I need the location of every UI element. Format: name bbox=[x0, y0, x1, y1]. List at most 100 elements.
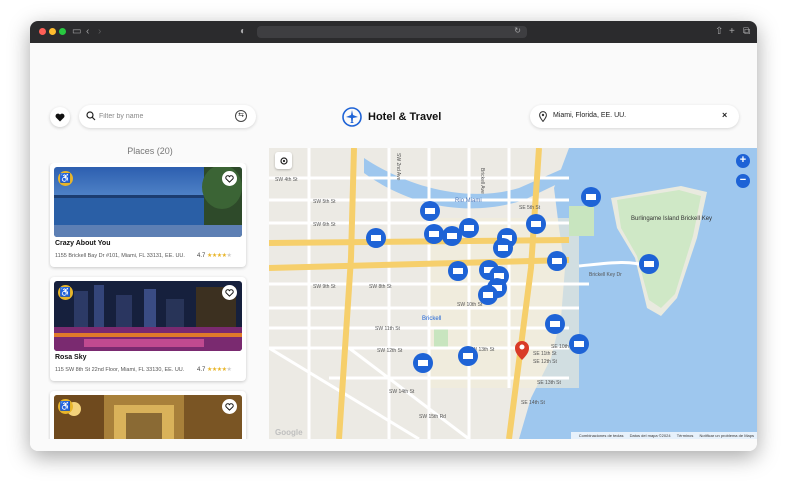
forward-icon[interactable]: › bbox=[98, 25, 101, 39]
star-rating-icon: ★★★★★ bbox=[207, 367, 232, 373]
heart-icon bbox=[55, 113, 65, 121]
river-label: Rio Miami bbox=[455, 198, 482, 204]
place-name: Rosa Sky bbox=[55, 354, 87, 361]
star-rating-icon: ★★★★★ bbox=[207, 253, 232, 259]
island-label: Burlingame Island Brickell Key bbox=[631, 216, 712, 222]
hotel-marker-icon bbox=[545, 314, 565, 334]
my-location-button[interactable] bbox=[275, 152, 292, 169]
browser-titlebar: ▭ ‹ › ◐ ↻ ⇧ + ⧉ bbox=[30, 21, 757, 43]
place-rating: 4.7 ★★★★★ bbox=[197, 366, 232, 373]
heart-outline-icon bbox=[225, 174, 234, 183]
filter-input[interactable] bbox=[99, 109, 229, 123]
heart-outline-icon bbox=[225, 402, 234, 411]
brand: Hotel & Travel bbox=[342, 107, 441, 127]
brand-title: Hotel & Travel bbox=[368, 111, 442, 123]
zoom-in-button[interactable]: + bbox=[736, 154, 750, 168]
hotel-marker-icon bbox=[458, 346, 478, 366]
street-label: SE 13th St bbox=[537, 380, 562, 386]
address-bar[interactable]: ↻ bbox=[257, 26, 527, 38]
report-problem-link[interactable]: Notificar un problema de Maps bbox=[700, 433, 754, 438]
hotel-marker-icon bbox=[413, 353, 433, 373]
favorites-button[interactable] bbox=[50, 107, 70, 127]
hotel-marker-icon bbox=[442, 226, 462, 246]
street-label: Brickell Key Dr bbox=[589, 272, 622, 278]
accessibility-icon: ♿ bbox=[58, 399, 73, 414]
hotel-marker-icon bbox=[547, 251, 567, 271]
street-label: SE 5th St bbox=[519, 205, 541, 211]
place-name: Crazy About You bbox=[55, 240, 111, 247]
hotel-marker-icon bbox=[581, 187, 601, 207]
browser-window: ▭ ‹ › ◐ ↻ ⇧ + ⧉ ⇆ Hotel & Travel bbox=[30, 21, 757, 451]
place-card[interactable]: ♿ Rosa Sky 115 SW 8th St 22nd Floor, Mia… bbox=[50, 277, 246, 381]
brickell-label: Brickell bbox=[422, 316, 441, 322]
accessibility-icon: ♿ bbox=[58, 171, 73, 186]
maximize-window-icon[interactable] bbox=[59, 28, 66, 35]
filter-field[interactable]: ⇆ bbox=[79, 105, 256, 128]
location-pin-icon bbox=[539, 111, 547, 122]
favorite-button[interactable] bbox=[222, 285, 237, 300]
terms-link[interactable]: Términos bbox=[677, 433, 694, 438]
street-label: SW 12th St bbox=[377, 348, 403, 354]
street-label: SW 2nd Ave bbox=[395, 153, 401, 181]
street-label: SW 5th St bbox=[313, 199, 336, 205]
street-label: SE 11th St bbox=[533, 351, 557, 357]
street-label: SW 15th Rd bbox=[419, 414, 446, 420]
sort-toggle-icon[interactable]: ⇆ bbox=[235, 110, 247, 122]
place-card[interactable]: ♿ bbox=[50, 391, 246, 439]
hotel-marker-icon bbox=[493, 238, 513, 258]
favorite-button[interactable] bbox=[222, 399, 237, 414]
place-photo: ♿ bbox=[54, 167, 242, 237]
keyboard-shortcuts-link[interactable]: Combinaciones de teclas bbox=[579, 433, 624, 438]
hotel-marker-icon bbox=[526, 214, 546, 234]
share-icon[interactable]: ⇧ bbox=[715, 25, 723, 39]
hotel-marker-icon bbox=[639, 254, 659, 274]
page: ⇆ Hotel & Travel Miami, Florida, EE. UU.… bbox=[30, 43, 757, 451]
place-photo: ♿ bbox=[54, 395, 242, 439]
street-label: SW 9th St bbox=[313, 284, 336, 290]
places-list[interactable]: ♿ Crazy About You 1155 Brickell Bay Dr #… bbox=[48, 163, 250, 439]
rating-value: 4.7 bbox=[197, 253, 206, 259]
airplane-logo-icon bbox=[342, 107, 362, 127]
place-address: 115 SW 8th St 22nd Floor, Miami, FL 3313… bbox=[55, 367, 185, 373]
street-label: SE 14th St bbox=[521, 400, 546, 406]
place-photo: ♿ bbox=[54, 281, 242, 351]
location-value: Miami, Florida, EE. UU. bbox=[553, 112, 627, 119]
location-field[interactable]: Miami, Florida, EE. UU. × bbox=[530, 105, 739, 128]
street-label: SW 11th St bbox=[375, 326, 401, 332]
street-label: SE 12th St bbox=[533, 359, 558, 365]
hotel-marker-icon bbox=[448, 261, 468, 281]
street-label: SW 8th St bbox=[369, 284, 392, 290]
street-label: SW 14th St bbox=[389, 389, 415, 395]
favorite-button[interactable] bbox=[222, 171, 237, 186]
hotel-marker-icon bbox=[366, 228, 386, 248]
map-canvas[interactable]: SW 4th St SW 5th St SW 6th St SW 8th St … bbox=[269, 148, 757, 439]
street-label: SW 6th St bbox=[313, 222, 336, 228]
tab-overview-icon[interactable]: ⧉ bbox=[743, 25, 750, 39]
hotel-marker-icon bbox=[424, 224, 444, 244]
map-attribution: Combinaciones de teclas Datos del mapa ©… bbox=[570, 432, 757, 439]
place-rating: 4.7 ★★★★★ bbox=[197, 252, 232, 259]
search-icon bbox=[86, 111, 96, 121]
close-window-icon[interactable] bbox=[39, 28, 46, 35]
street-label: SW 10th St bbox=[457, 302, 483, 308]
map-data-text: Datos del mapa ©2024 bbox=[629, 433, 671, 438]
hotel-marker-icon bbox=[569, 334, 589, 354]
map[interactable]: SW 4th St SW 5th St SW 6th St SW 8th St … bbox=[269, 148, 757, 439]
accessibility-icon: ♿ bbox=[58, 285, 73, 300]
new-tab-icon[interactable]: + bbox=[729, 25, 735, 39]
minimize-window-icon[interactable] bbox=[49, 28, 56, 35]
street-label: SW 4th St bbox=[275, 177, 298, 183]
shield-icon: ◐ bbox=[240, 26, 247, 37]
hotel-marker-icon bbox=[459, 218, 479, 238]
place-card[interactable]: ♿ Crazy About You 1155 Brickell Bay Dr #… bbox=[50, 163, 246, 267]
sidebar-toggle-icon[interactable]: ▭ bbox=[72, 25, 81, 39]
places-count-title: Places (20) bbox=[127, 146, 173, 156]
back-icon[interactable]: ‹ bbox=[86, 25, 89, 39]
clear-location-button[interactable]: × bbox=[722, 110, 727, 120]
reload-icon[interactable]: ↻ bbox=[514, 26, 521, 35]
zoom-out-button[interactable]: − bbox=[736, 174, 750, 188]
heart-outline-icon bbox=[225, 288, 234, 297]
hotel-marker-icon bbox=[478, 285, 498, 305]
hotel-marker-icon bbox=[420, 201, 440, 221]
street-label: Brickell Ave bbox=[479, 168, 485, 194]
